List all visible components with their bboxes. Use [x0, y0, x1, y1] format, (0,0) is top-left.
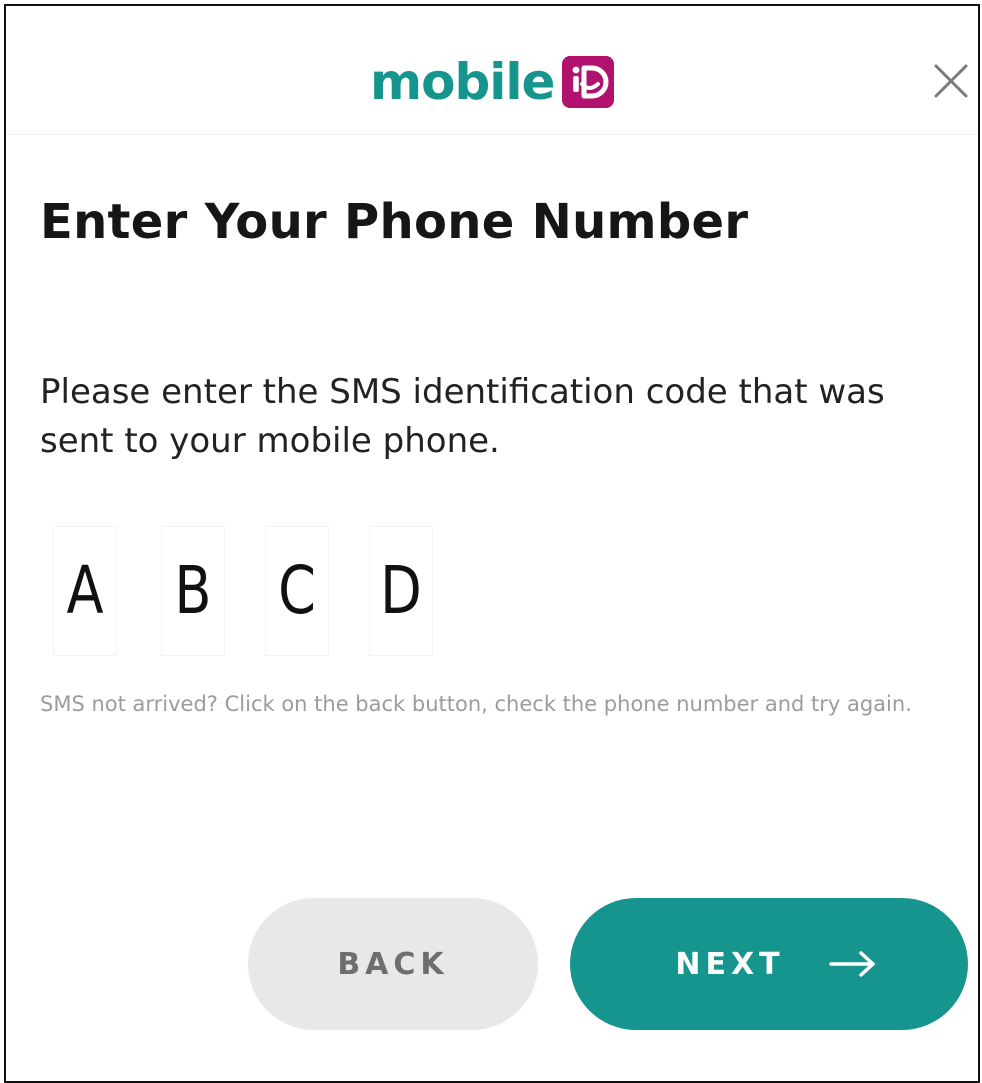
- modal-frame: mobile Enter Your Phone Number Please en…: [4, 4, 980, 1083]
- sms-hint-text: SMS not arrived? Click on the back butto…: [40, 692, 912, 716]
- next-button[interactable]: NEXT: [570, 898, 968, 1030]
- code-digit-4[interactable]: [369, 526, 433, 656]
- instructions-text: Please enter the SMS identification code…: [40, 372, 885, 462]
- page-title: Enter Your Phone Number: [40, 194, 749, 250]
- back-button-label: BACK: [337, 946, 449, 982]
- id-badge-icon: [562, 56, 615, 108]
- logo-text: mobile: [370, 53, 555, 111]
- next-button-label: NEXT: [675, 946, 785, 982]
- close-icon[interactable]: [928, 58, 974, 104]
- code-digit-3[interactable]: [265, 526, 329, 656]
- arrow-right-icon: [827, 949, 879, 979]
- code-digit-1[interactable]: [53, 526, 117, 656]
- code-digit-2[interactable]: [161, 526, 225, 656]
- modal-header: mobile: [6, 6, 978, 135]
- brand-logo: mobile: [370, 50, 615, 114]
- back-button[interactable]: BACK: [248, 898, 538, 1030]
